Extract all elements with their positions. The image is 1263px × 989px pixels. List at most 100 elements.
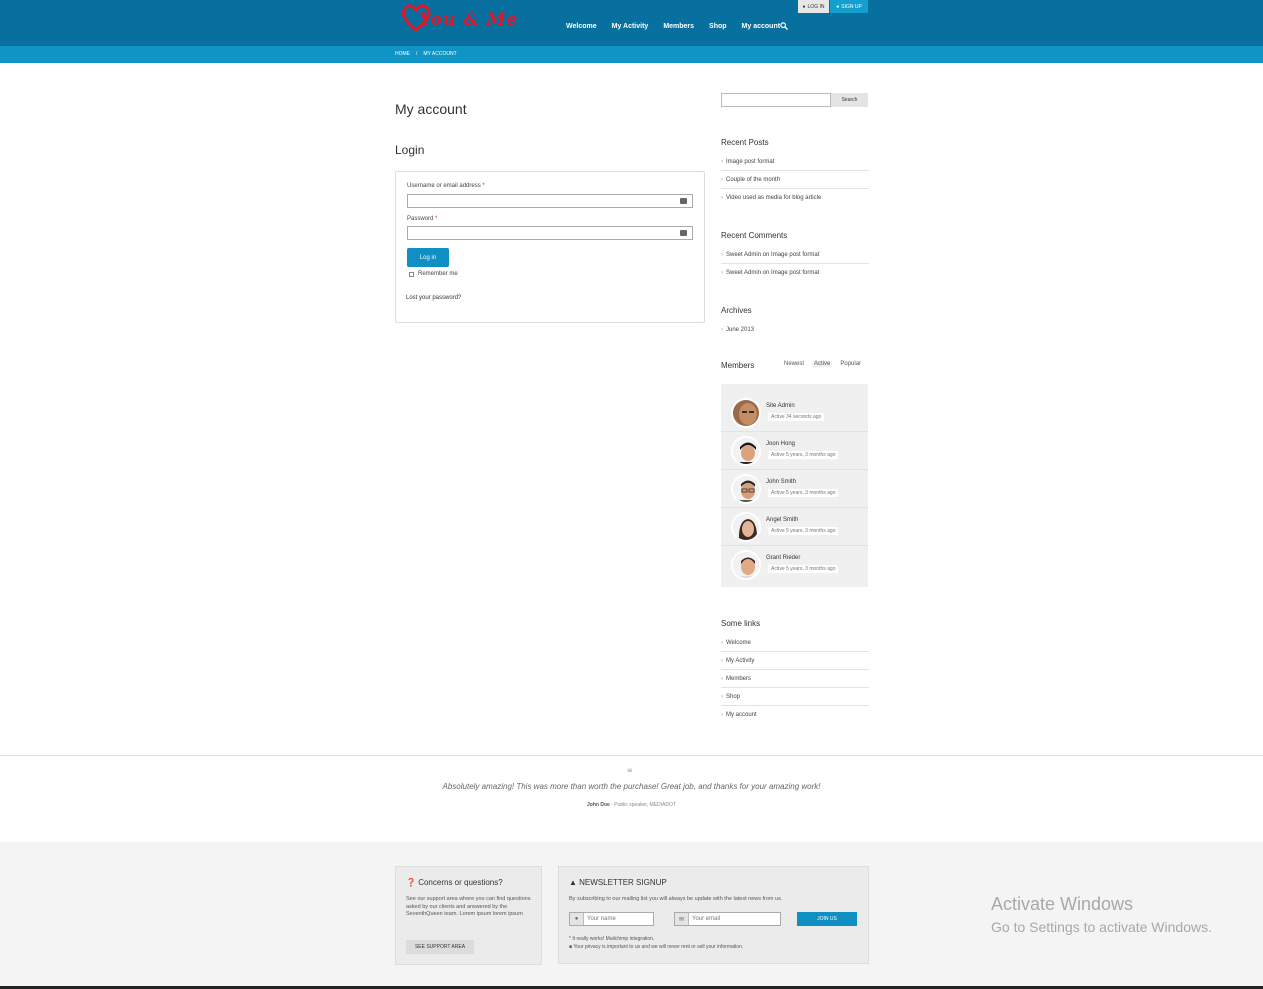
sidebar-search-input[interactable] bbox=[721, 93, 831, 107]
newsletter-note-1: * It really works! Mailchimp integration… bbox=[569, 936, 655, 942]
sidebar-search-button[interactable]: Search bbox=[831, 93, 868, 107]
list-item[interactable]: › Welcome bbox=[721, 634, 869, 652]
member-activity: Active 5 years, 3 months ago bbox=[768, 451, 839, 459]
username-label: Username or email address * bbox=[407, 183, 485, 189]
activate-windows-subtitle: Go to Settings to activate Windows. bbox=[991, 919, 1212, 935]
avatar[interactable] bbox=[731, 436, 761, 466]
remember-me-checkbox[interactable] bbox=[409, 272, 414, 277]
archives-list: › June 2013 bbox=[721, 321, 869, 339]
nav-my-activity[interactable]: My Activity bbox=[612, 23, 649, 30]
nav-shop[interactable]: Shop bbox=[709, 23, 727, 30]
list-item[interactable]: › Image post format bbox=[721, 153, 869, 171]
breadcrumb-home[interactable]: HOME bbox=[395, 51, 410, 57]
list-item[interactable]: › Sweet Admin on Image post format bbox=[721, 246, 869, 264]
chevron-right-icon: › bbox=[721, 158, 723, 165]
archives-title: Archives bbox=[721, 306, 752, 315]
some-links-title: Some links bbox=[721, 619, 761, 628]
join-us-button[interactable]: JOIN US bbox=[797, 912, 857, 926]
avatar[interactable] bbox=[731, 550, 761, 580]
members-title: Members bbox=[721, 361, 755, 370]
avatar[interactable] bbox=[731, 398, 761, 428]
member-name[interactable]: Site Admin bbox=[766, 403, 795, 409]
password-label: Password * bbox=[407, 216, 438, 222]
member-activity: Active 5 years, 3 months ago bbox=[768, 489, 839, 497]
member-activity: Active 5 years, 3 months ago bbox=[768, 565, 839, 573]
remember-me-label: Remember me bbox=[418, 271, 458, 277]
thumbs-up-icon: ▲ bbox=[569, 878, 577, 887]
member-row[interactable]: Site Admin Active 34 seconds ago bbox=[721, 394, 868, 432]
nav-welcome[interactable]: Welcome bbox=[566, 23, 597, 30]
page-title: My account bbox=[395, 101, 467, 117]
chevron-right-icon: › bbox=[721, 270, 723, 276]
concerns-title: ❓ Concerns or questions? bbox=[406, 878, 503, 887]
chevron-right-icon: › bbox=[721, 251, 723, 258]
avatar[interactable] bbox=[731, 474, 761, 504]
quote-icon: ❝ bbox=[627, 768, 633, 779]
signup-button[interactable]: ● SIGN UP bbox=[830, 0, 868, 13]
list-item[interactable]: › Members bbox=[721, 670, 869, 688]
chevron-right-icon: › bbox=[721, 693, 723, 700]
main-nav: Welcome My Activity Members Shop My acco… bbox=[566, 23, 795, 30]
tab-active[interactable]: Active bbox=[812, 361, 833, 367]
breadcrumb-separator: / bbox=[416, 51, 418, 57]
username-field[interactable] bbox=[407, 194, 693, 208]
newsletter-email-input[interactable]: ✉ Your email bbox=[674, 912, 781, 926]
list-item[interactable]: › June 2013 bbox=[721, 321, 869, 339]
list-item[interactable]: › Shop bbox=[721, 688, 869, 706]
member-row[interactable]: Grant Rieder Active 5 years, 3 months ag… bbox=[721, 546, 868, 584]
chevron-right-icon: › bbox=[721, 675, 723, 682]
list-item[interactable]: › Sweet Admin on Image post format bbox=[721, 264, 869, 282]
member-name[interactable]: Joon Hong bbox=[766, 441, 795, 447]
newsletter-name-input[interactable]: ● Your name bbox=[569, 912, 654, 926]
user-icon: ● bbox=[570, 913, 584, 925]
keyboard-icon bbox=[680, 230, 687, 236]
breadcrumb: HOME / MY ACCOUNT bbox=[395, 51, 457, 57]
chevron-right-icon: › bbox=[721, 712, 723, 718]
member-row[interactable]: Angel Smith Active 5 years, 3 months ago bbox=[721, 508, 868, 546]
nav-my-account[interactable]: My account bbox=[742, 23, 781, 30]
tab-popular[interactable]: Popular bbox=[840, 361, 861, 367]
tab-newest[interactable]: Newest bbox=[784, 361, 804, 367]
user-icon: ● bbox=[802, 3, 806, 10]
see-support-button[interactable]: SEE SUPPORT AREA bbox=[406, 940, 474, 954]
search-icon[interactable] bbox=[780, 22, 788, 30]
chevron-right-icon: › bbox=[721, 639, 723, 646]
breadcrumb-bar bbox=[0, 46, 1263, 63]
chevron-right-icon: › bbox=[721, 176, 723, 183]
nav-members[interactable]: Members bbox=[663, 23, 694, 30]
list-item[interactable]: › My account bbox=[721, 706, 869, 724]
recent-comments-title: Recent Comments bbox=[721, 231, 788, 240]
concerns-text: See our support area where you can find … bbox=[406, 896, 531, 917]
activate-windows-title: Activate Windows bbox=[991, 894, 1134, 914]
member-activity: Active 5 years, 3 months ago bbox=[768, 527, 839, 535]
chevron-right-icon: › bbox=[721, 327, 723, 333]
chevron-right-icon: › bbox=[721, 195, 723, 201]
envelope-icon: ✉ bbox=[675, 913, 689, 925]
list-item[interactable]: › My Activity bbox=[721, 652, 869, 670]
member-row[interactable]: Joon Hong Active 5 years, 3 months ago bbox=[721, 432, 868, 470]
breadcrumb-current: MY ACCOUNT bbox=[423, 51, 457, 57]
recent-comments-list: › Sweet Admin on Image post format › Sweet… bbox=[721, 246, 869, 282]
keyboard-icon bbox=[680, 198, 687, 204]
question-icon: ❓ bbox=[406, 878, 416, 887]
member-row[interactable]: John Smith Active 5 years, 3 months ago bbox=[721, 470, 868, 508]
newsletter-title: ▲ NEWSLETTER SIGNUP bbox=[569, 878, 667, 887]
member-name[interactable]: Grant Rieder bbox=[766, 555, 800, 561]
some-links-list: › Welcome › My Activity › Members › Shop › My… bbox=[721, 634, 869, 724]
member-tabs: Newest Active Popular bbox=[784, 361, 861, 367]
submit-login-button[interactable]: Log in bbox=[407, 248, 449, 267]
recent-posts-list: › Image post format › Couple of the month … bbox=[721, 153, 869, 207]
list-item[interactable]: › Video used as media for blog article bbox=[721, 189, 869, 207]
recent-posts-title: Recent Posts bbox=[721, 138, 769, 147]
lost-password-link[interactable]: Lost your password? bbox=[406, 295, 461, 301]
avatar[interactable] bbox=[731, 512, 761, 542]
member-name[interactable]: John Smith bbox=[766, 479, 796, 485]
member-name[interactable]: Angel Smith bbox=[766, 517, 798, 523]
member-activity: Active 34 seconds ago bbox=[768, 413, 825, 421]
login-button[interactable]: ● LOG IN bbox=[798, 0, 829, 13]
password-field[interactable] bbox=[407, 226, 693, 240]
list-item[interactable]: › Couple of the month bbox=[721, 171, 869, 189]
testimonial-author: John Doe - Public speaker, MEDIADOT bbox=[587, 802, 676, 808]
lock-icon: ■ bbox=[569, 944, 573, 950]
chevron-right-icon: › bbox=[721, 657, 723, 664]
